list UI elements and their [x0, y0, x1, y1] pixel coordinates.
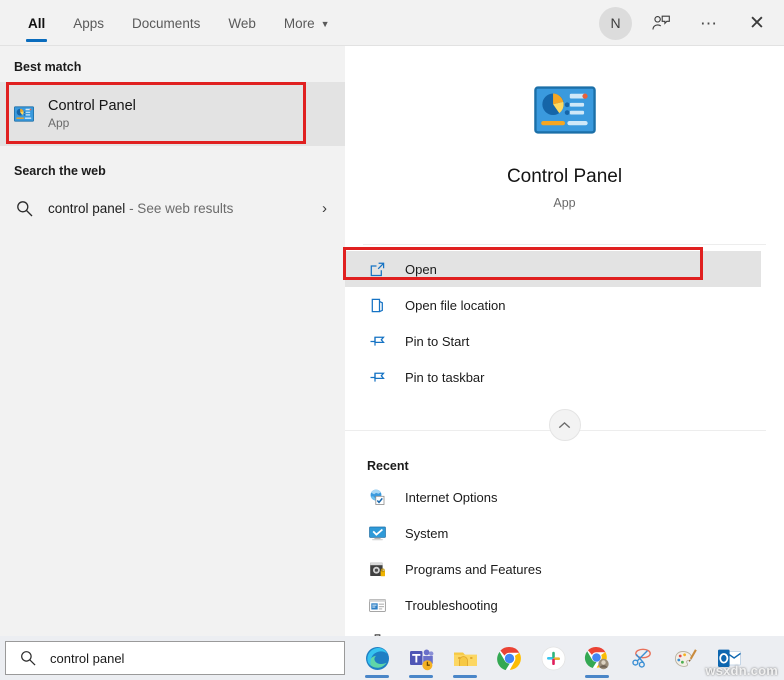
chevron-up-icon[interactable] — [548, 409, 581, 441]
tab-documents-label: Documents — [132, 15, 201, 31]
taskbar-item-edge[interactable] — [357, 636, 397, 680]
best-match-container: Control Panel App — [0, 82, 345, 146]
tab-documents[interactable]: Documents — [118, 0, 214, 46]
recent-item-internet-options[interactable]: Internet Options — [345, 479, 784, 515]
header-actions: N ⋯ ✕ — [599, 0, 776, 46]
recent-item-label: Internet Options — [405, 489, 498, 505]
action-pin-to-start[interactable]: Pin to Start — [345, 323, 784, 359]
search-flyout: All Apps Documents Web More ▼ N ⋯ ✕ Best… — [0, 0, 784, 680]
programs-features-icon — [367, 559, 387, 579]
search-the-web-label: Search the web — [14, 164, 106, 178]
web-result-text: control panel - See web results — [48, 201, 308, 216]
search-header: All Apps Documents Web More ▼ N ⋯ ✕ — [0, 0, 784, 46]
search-icon — [18, 648, 38, 668]
taskbar-item-slack[interactable] — [533, 636, 573, 680]
result-subtitle: App — [48, 116, 70, 130]
tab-all-label: All — [28, 15, 46, 31]
taskbar-search-box[interactable]: control panel — [5, 641, 345, 675]
web-result-row[interactable]: control panel - See web results › — [0, 186, 345, 230]
feedback-person-icon[interactable] — [642, 4, 680, 42]
screen: All Apps Documents Web More ▼ N ⋯ ✕ Best… — [0, 0, 784, 680]
tab-apps[interactable]: Apps — [59, 0, 118, 46]
search-tabs: All Apps Documents Web More ▼ — [0, 0, 344, 46]
action-open[interactable]: Open — [345, 251, 761, 287]
result-text-block: Control Panel App — [48, 98, 136, 130]
internet-options-icon — [367, 487, 387, 507]
web-result-query: control panel — [48, 200, 126, 216]
avatar[interactable]: N — [599, 6, 632, 40]
open-external-icon — [367, 259, 387, 279]
troubleshooting-icon — [367, 595, 387, 615]
taskbar-item-file-explorer[interactable] — [445, 636, 485, 680]
recent-label: Recent — [367, 459, 409, 473]
taskbar: control panel wsxdn.com — [0, 636, 784, 680]
action-pin-to-taskbar[interactable]: Pin to taskbar — [345, 359, 784, 395]
action-list: Open Open file location Pin to Start Pin… — [343, 245, 784, 395]
taskbar-item-paint[interactable] — [665, 636, 705, 680]
preview-app-subtitle: App — [553, 196, 576, 210]
taskbar-item-chrome[interactable] — [489, 636, 529, 680]
chevron-right-icon[interactable]: › — [322, 200, 327, 217]
taskbar-items — [357, 636, 749, 680]
recent-item-troubleshooting[interactable]: Troubleshooting — [345, 587, 784, 623]
preview-app-title: Control Panel — [506, 166, 623, 187]
tab-web[interactable]: Web — [214, 0, 270, 46]
recent-item-label: System — [405, 525, 449, 541]
preview-header: Control Panel App — [345, 46, 784, 244]
action-open-file-location[interactable]: Open file location — [345, 287, 784, 323]
chevron-down-icon: ▼ — [320, 18, 330, 29]
close-icon[interactable]: ✕ — [738, 4, 776, 42]
recent-item-system[interactable]: System — [345, 515, 784, 551]
recent-item-programs-and-features[interactable]: Programs and Features — [345, 551, 784, 587]
pin-icon — [367, 367, 387, 387]
preview-app-icon — [533, 86, 596, 134]
preview-pane: Control Panel App Open Open file locatio… — [343, 46, 784, 680]
taskbar-item-teams[interactable] — [401, 636, 441, 680]
tab-more[interactable]: More ▼ — [270, 0, 344, 46]
taskbar-item-outlook[interactable] — [709, 636, 749, 680]
avatar-initial: N — [610, 15, 621, 31]
taskbar-item-chrome-profile[interactable] — [577, 636, 617, 680]
best-match-label: Best match — [14, 60, 82, 74]
collapse-section — [345, 409, 784, 451]
search-icon — [14, 198, 34, 218]
search-input[interactable]: control panel — [50, 651, 124, 666]
system-icon — [367, 523, 387, 543]
ellipsis-icon[interactable]: ⋯ — [690, 4, 728, 42]
tab-all[interactable]: All — [14, 0, 59, 46]
taskbar-item-snipping-tool[interactable] — [621, 636, 661, 680]
result-title: Control Panel — [48, 98, 136, 114]
action-pin-to-taskbar-label: Pin to taskbar — [405, 369, 485, 385]
action-open-label: Open — [405, 261, 437, 277]
action-open-file-location-label: Open file location — [405, 297, 506, 313]
tab-more-label: More — [283, 15, 315, 31]
recent-item-label: Programs and Features — [405, 561, 542, 577]
tab-apps-label: Apps — [73, 15, 105, 31]
action-pin-to-start-label: Pin to Start — [405, 333, 470, 349]
result-item-control-panel[interactable]: Control Panel App — [0, 82, 345, 146]
results-list: Best match Control Panel App Search the … — [0, 46, 345, 636]
web-result-suffix: - See web results — [125, 200, 234, 216]
recent-item-label: Troubleshooting — [405, 597, 498, 613]
tab-web-label: Web — [228, 15, 256, 31]
pin-icon — [367, 331, 387, 351]
control-panel-icon — [14, 104, 34, 124]
folder-open-icon — [367, 295, 387, 315]
